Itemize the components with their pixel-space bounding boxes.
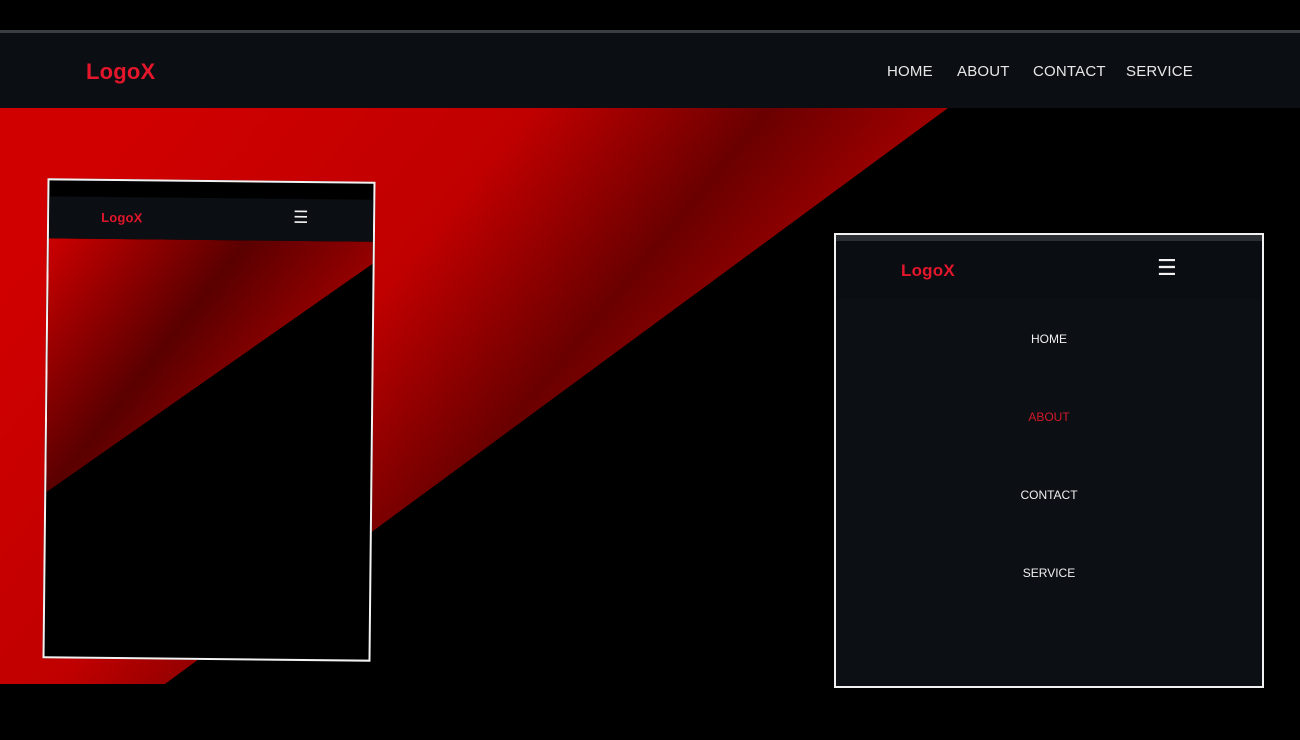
phone-logo[interactable]: LogoX: [101, 210, 143, 225]
phone-preview-frame: LogoX ☰: [42, 178, 376, 662]
mobile-menu-item-about[interactable]: ABOUT: [836, 410, 1262, 424]
nav-link-about[interactable]: ABOUT: [957, 63, 1010, 80]
nav-link-home[interactable]: HOME: [887, 63, 933, 80]
mobile-menu-logo[interactable]: LogoX: [901, 261, 955, 281]
phone-navbar: LogoX ☰: [48, 196, 374, 242]
nav-link-contact[interactable]: CONTACT: [1033, 63, 1106, 80]
desktop-navbar: LogoX HOME ABOUT CONTACT SERVICE: [0, 33, 1300, 108]
hamburger-icon[interactable]: ☰: [293, 208, 308, 227]
mobile-menu-item-home[interactable]: HOME: [836, 332, 1262, 346]
navbar-logo[interactable]: LogoX: [86, 59, 155, 85]
nav-link-service[interactable]: SERVICE: [1126, 63, 1193, 80]
page-canvas: LogoX HOME ABOUT CONTACT SERVICE LogoX ☰: [0, 0, 1300, 740]
mobile-menu-header: LogoX ☰: [836, 241, 1262, 299]
mobile-menu-item-contact[interactable]: CONTACT: [836, 488, 1262, 502]
hamburger-icon[interactable]: ☰: [1157, 257, 1177, 279]
phone-red-band: [46, 238, 373, 493]
mobile-menu-preview: LogoX ☰ HOME ABOUT CONTACT SERVICE: [834, 233, 1264, 688]
mobile-menu-item-service[interactable]: SERVICE: [836, 566, 1262, 580]
